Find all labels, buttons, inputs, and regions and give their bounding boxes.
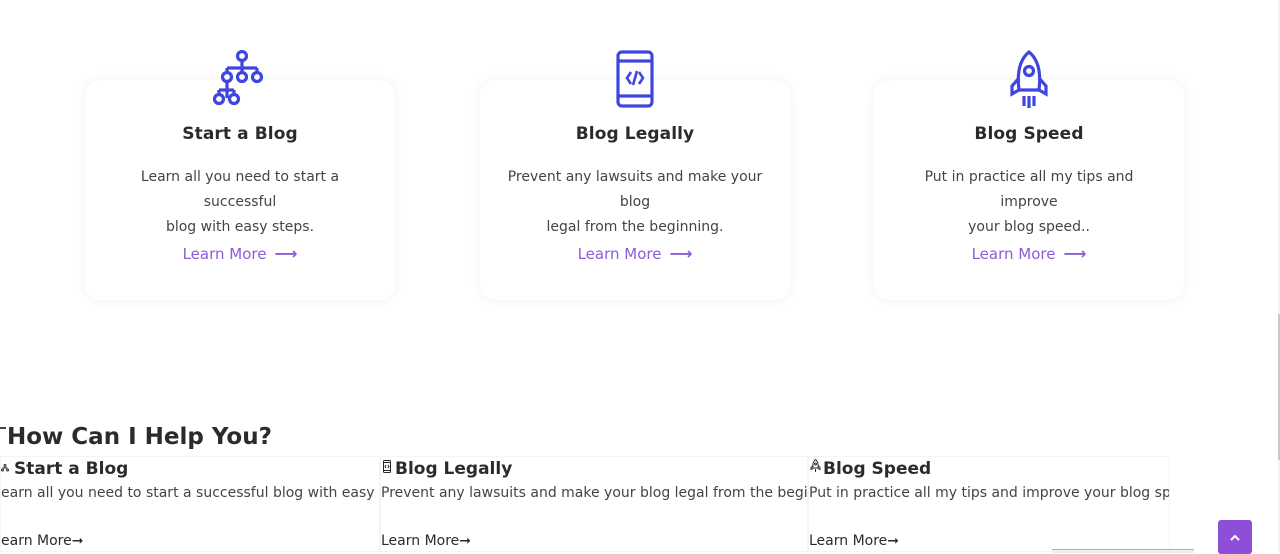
learn-more-link[interactable]: earn More➞ (1, 533, 83, 549)
rocket-icon (874, 50, 1184, 110)
help-item-title: Blog Legally (382, 459, 512, 479)
learn-more-link[interactable]: Learn More ⟶ (85, 244, 395, 263)
card-blog-speed: Blog Speed Put in practice all my tips a… (874, 50, 1184, 300)
arrow-right-icon: ⟶ (669, 244, 693, 263)
cookie-bar-edge (1052, 549, 1194, 553)
arrow-right-icon: ⟶ (274, 244, 298, 263)
mobile-code-icon (382, 458, 393, 473)
learn-more-link[interactable]: Learn More ⟶ (480, 244, 790, 263)
back-to-top-button[interactable] (1218, 520, 1252, 554)
help-item-start-a-blog: Start a Blog earn all you need to start … (0, 456, 380, 552)
help-item-description: earn all you need to start a successful … (1, 485, 380, 501)
card-description: Learn all you need to start a successful… (140, 169, 340, 235)
card-title: Blog Speed (974, 124, 1084, 144)
card-title: Start a Blog (182, 124, 298, 144)
learn-more-link[interactable]: Learn More➞ (381, 533, 471, 549)
learn-more-link[interactable]: Learn More➞ (809, 533, 899, 549)
help-item-description: Prevent any lawsuits and make your blog … (381, 485, 808, 501)
card-description: Prevent any lawsuits and make your blog … (507, 169, 763, 235)
sitemap-icon (1, 458, 12, 472)
card-start-a-blog: Start a Blog Learn all you need to start… (85, 50, 395, 300)
help-item-description: Put in practice all my tips and improve … (809, 485, 1170, 501)
help-item-blog-speed: Blog Speed Put in practice all my tips a… (808, 456, 1170, 552)
rocket-icon (810, 458, 821, 472)
card-title: Blog Legally (575, 124, 695, 144)
mobile-code-icon (480, 50, 790, 110)
broken-image-icon (0, 427, 6, 429)
help-item-title: Start a Blog (1, 459, 128, 479)
arrow-right-icon: ⟶ (1063, 244, 1087, 263)
chevron-up-icon (1228, 520, 1242, 549)
section-heading: How Can I Help You? (0, 424, 272, 450)
help-item-blog-legally: Blog Legally Prevent any lawsuits and ma… (380, 456, 808, 552)
card-blog-legally: Blog Legally Prevent any lawsuits and ma… (480, 50, 790, 300)
learn-more-link[interactable]: Learn More ⟶ (874, 244, 1184, 263)
card-description: Put in practice all my tips and improve … (924, 169, 1134, 235)
sitemap-icon (85, 50, 395, 110)
help-item-title: Blog Speed (810, 458, 931, 479)
